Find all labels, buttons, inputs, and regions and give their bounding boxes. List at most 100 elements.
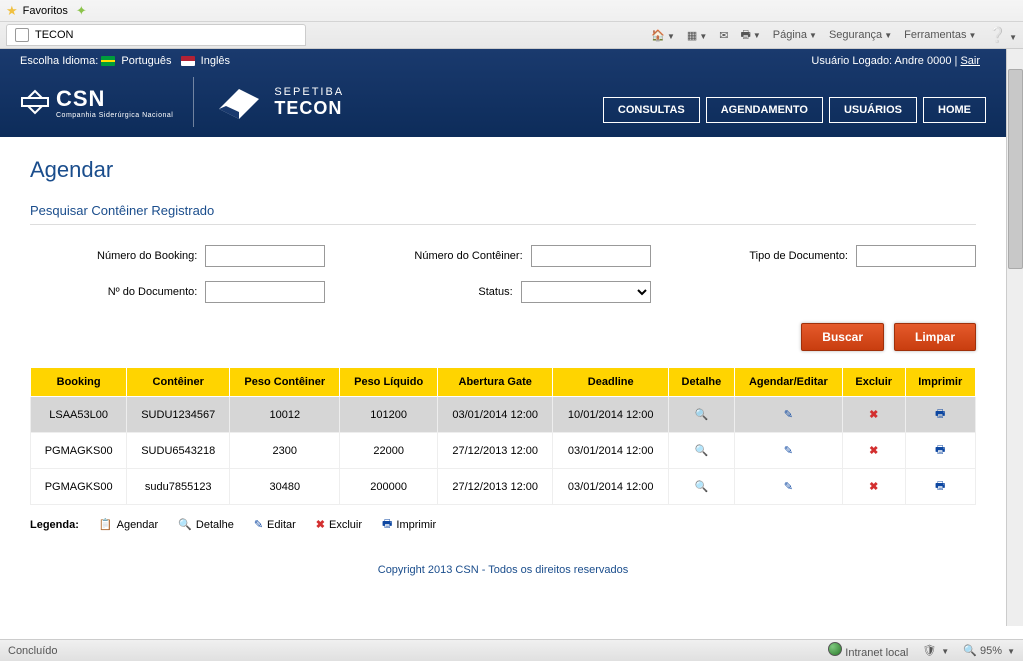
btn-limpar[interactable]: Limpar (894, 323, 976, 351)
globe-icon (828, 642, 842, 656)
favoritos-label[interactable]: Favoritos (23, 5, 68, 17)
input-booking[interactable] (205, 245, 325, 267)
th-excluir: Excluir (843, 368, 906, 397)
lang-en-link[interactable]: Inglês (201, 55, 230, 67)
lang-label: Escolha Idioma: (20, 55, 98, 67)
cell-peso-liq: 101200 (340, 397, 438, 433)
delete-icon[interactable]: ✖ (843, 469, 906, 505)
input-doc-num[interactable] (205, 281, 325, 303)
home-icon[interactable]: 🏠▼ (651, 29, 675, 42)
scroll-thumb[interactable] (1008, 69, 1023, 269)
rss-icon[interactable]: ▦▼ (687, 29, 707, 42)
th-conteiner: Contêiner (127, 368, 230, 397)
edit-icon[interactable]: ✎ (734, 469, 842, 505)
logo-divider (193, 77, 194, 127)
legend: Legenda: 📋Agendar 🔍Detalhe ✎Editar ✖Excl… (30, 515, 976, 534)
tab-icon (15, 28, 29, 42)
table-row: PGMAGKS00 SUDU6543218 2300 22000 27/12/2… (31, 433, 976, 469)
sepetiba-text: SEPETIBA (274, 86, 344, 98)
nav-home[interactable]: HOME (923, 97, 986, 123)
cell-abertura: 03/01/2014 12:00 (437, 397, 553, 433)
legend-excluir: ✖Excluir (316, 518, 362, 531)
user-info: Usuário Logado: Andre 0000 | Sair (811, 55, 986, 67)
flag-us-icon[interactable] (181, 56, 195, 66)
browser-chrome: ★ Favoritos ✦ TECON 🏠▼ ▦▼ ✉ 🖶▼ Página▼ S… (0, 0, 1023, 49)
page-subtitle: Pesquisar Contêiner Registrado (30, 203, 976, 225)
status-zoom[interactable]: 🔍 95% ▼ (963, 644, 1015, 657)
detail-icon[interactable]: 🔍 (669, 433, 735, 469)
cell-booking: PGMAGKS00 (31, 433, 127, 469)
tab-bar: TECON 🏠▼ ▦▼ ✉ 🖶▼ Página▼ Segurança▼ Ferr… (0, 22, 1023, 48)
printer-icon: 🖶 (382, 515, 392, 534)
cell-peso-cont: 2300 (230, 433, 340, 469)
print-icon[interactable]: 🖶 (905, 469, 976, 505)
cell-deadline: 03/01/2014 12:00 (553, 469, 669, 505)
lbl-doc-type: Tipo de Documento: (749, 250, 848, 262)
cell-deadline: 10/01/2014 12:00 (553, 397, 669, 433)
browser-toolbar: 🏠▼ ▦▼ ✉ 🖶▼ Página▼ Segurança▼ Ferramenta… (651, 26, 1017, 45)
cell-peso-cont: 30480 (230, 469, 340, 505)
logout-link[interactable]: Sair (960, 55, 980, 67)
delete-icon[interactable]: ✖ (843, 433, 906, 469)
protected-mode-icon[interactable]: 🛡 ▼ (922, 644, 949, 657)
favorites-bar: ★ Favoritos ✦ (0, 0, 1023, 22)
input-doc-type[interactable] (856, 245, 976, 267)
legend-imprimir: 🖶Imprimir (382, 515, 436, 534)
edit-icon[interactable]: ✎ (734, 397, 842, 433)
print-icon[interactable]: 🖶 (905, 397, 976, 433)
vertical-scrollbar[interactable] (1006, 49, 1023, 626)
print-icon[interactable]: 🖶▼ (740, 26, 760, 45)
nav-consultas[interactable]: CONSULTAS (603, 97, 700, 123)
btn-buscar[interactable]: Buscar (801, 323, 884, 351)
nav-usuarios[interactable]: USUÁRIOS (829, 97, 917, 123)
browser-tab[interactable]: TECON (6, 24, 306, 46)
mail-icon[interactable]: ✉ (719, 29, 728, 42)
results-table: Booking Contêiner Peso Contêiner Peso Lí… (30, 367, 976, 505)
site-header: Escolha Idioma: Português Inglês Usuário… (0, 49, 1006, 137)
th-detalhe: Detalhe (669, 368, 735, 397)
flag-br-icon[interactable] (101, 56, 115, 66)
select-status[interactable] (521, 281, 651, 303)
cell-conteiner: SUDU1234567 (127, 397, 230, 433)
lang-pt-link[interactable]: Português (121, 55, 171, 67)
lbl-container: Número do Contêiner: (414, 250, 522, 262)
cell-peso-cont: 10012 (230, 397, 340, 433)
menu-seguranca[interactable]: Segurança▼ (829, 29, 892, 41)
legend-detalhe: 🔍Detalhe (178, 518, 234, 531)
edit-icon[interactable]: ✎ (734, 433, 842, 469)
print-icon[interactable]: 🖶 (905, 433, 976, 469)
th-abertura: Abertura Gate (437, 368, 553, 397)
delete-icon[interactable]: ✖ (843, 397, 906, 433)
lbl-status: Status: (478, 286, 512, 298)
legend-label: Legenda: (30, 519, 79, 531)
footer-copyright: Copyright 2013 CSN - Todos os direitos r… (30, 534, 976, 606)
search-icon: 🔍 (178, 518, 192, 531)
table-row: PGMAGKS00 sudu7855123 30480 200000 27/12… (31, 469, 976, 505)
input-container[interactable] (531, 245, 651, 267)
legend-agendar: 📋Agendar (99, 518, 158, 531)
cell-conteiner: SUDU6543218 (127, 433, 230, 469)
calendar-icon: 📋 (99, 518, 113, 531)
page-content: Escolha Idioma: Português Inglês Usuário… (0, 49, 1006, 626)
main-nav: CONSULTAS AGENDAMENTO USUÁRIOS HOME (603, 97, 986, 123)
cell-booking: PGMAGKS00 (31, 469, 127, 505)
cell-deadline: 03/01/2014 12:00 (553, 433, 669, 469)
tab-title: TECON (35, 29, 74, 41)
menu-pagina[interactable]: Página▼ (773, 29, 817, 41)
th-booking: Booking (31, 368, 127, 397)
star-icon[interactable]: ★ (6, 3, 18, 19)
status-intranet: Intranet local (828, 642, 908, 659)
csn-text: CSN (56, 86, 105, 111)
nav-agendamento[interactable]: AGENDAMENTO (706, 97, 823, 123)
menu-ferramentas[interactable]: Ferramentas▼ (904, 29, 976, 41)
cell-peso-liq: 200000 (340, 469, 438, 505)
help-icon[interactable]: ❔▼ (988, 26, 1017, 44)
x-icon: ✖ (316, 518, 325, 531)
detail-icon[interactable]: 🔍 (669, 397, 735, 433)
add-favorite-icon[interactable]: ✦ (76, 3, 87, 19)
tecon-text: TECON (274, 98, 344, 119)
csn-subtext: Companhia Siderúrgica Nacional (56, 112, 173, 119)
th-deadline: Deadline (553, 368, 669, 397)
table-row: LSAA53L00 SUDU1234567 10012 101200 03/01… (31, 397, 976, 433)
detail-icon[interactable]: 🔍 (669, 469, 735, 505)
